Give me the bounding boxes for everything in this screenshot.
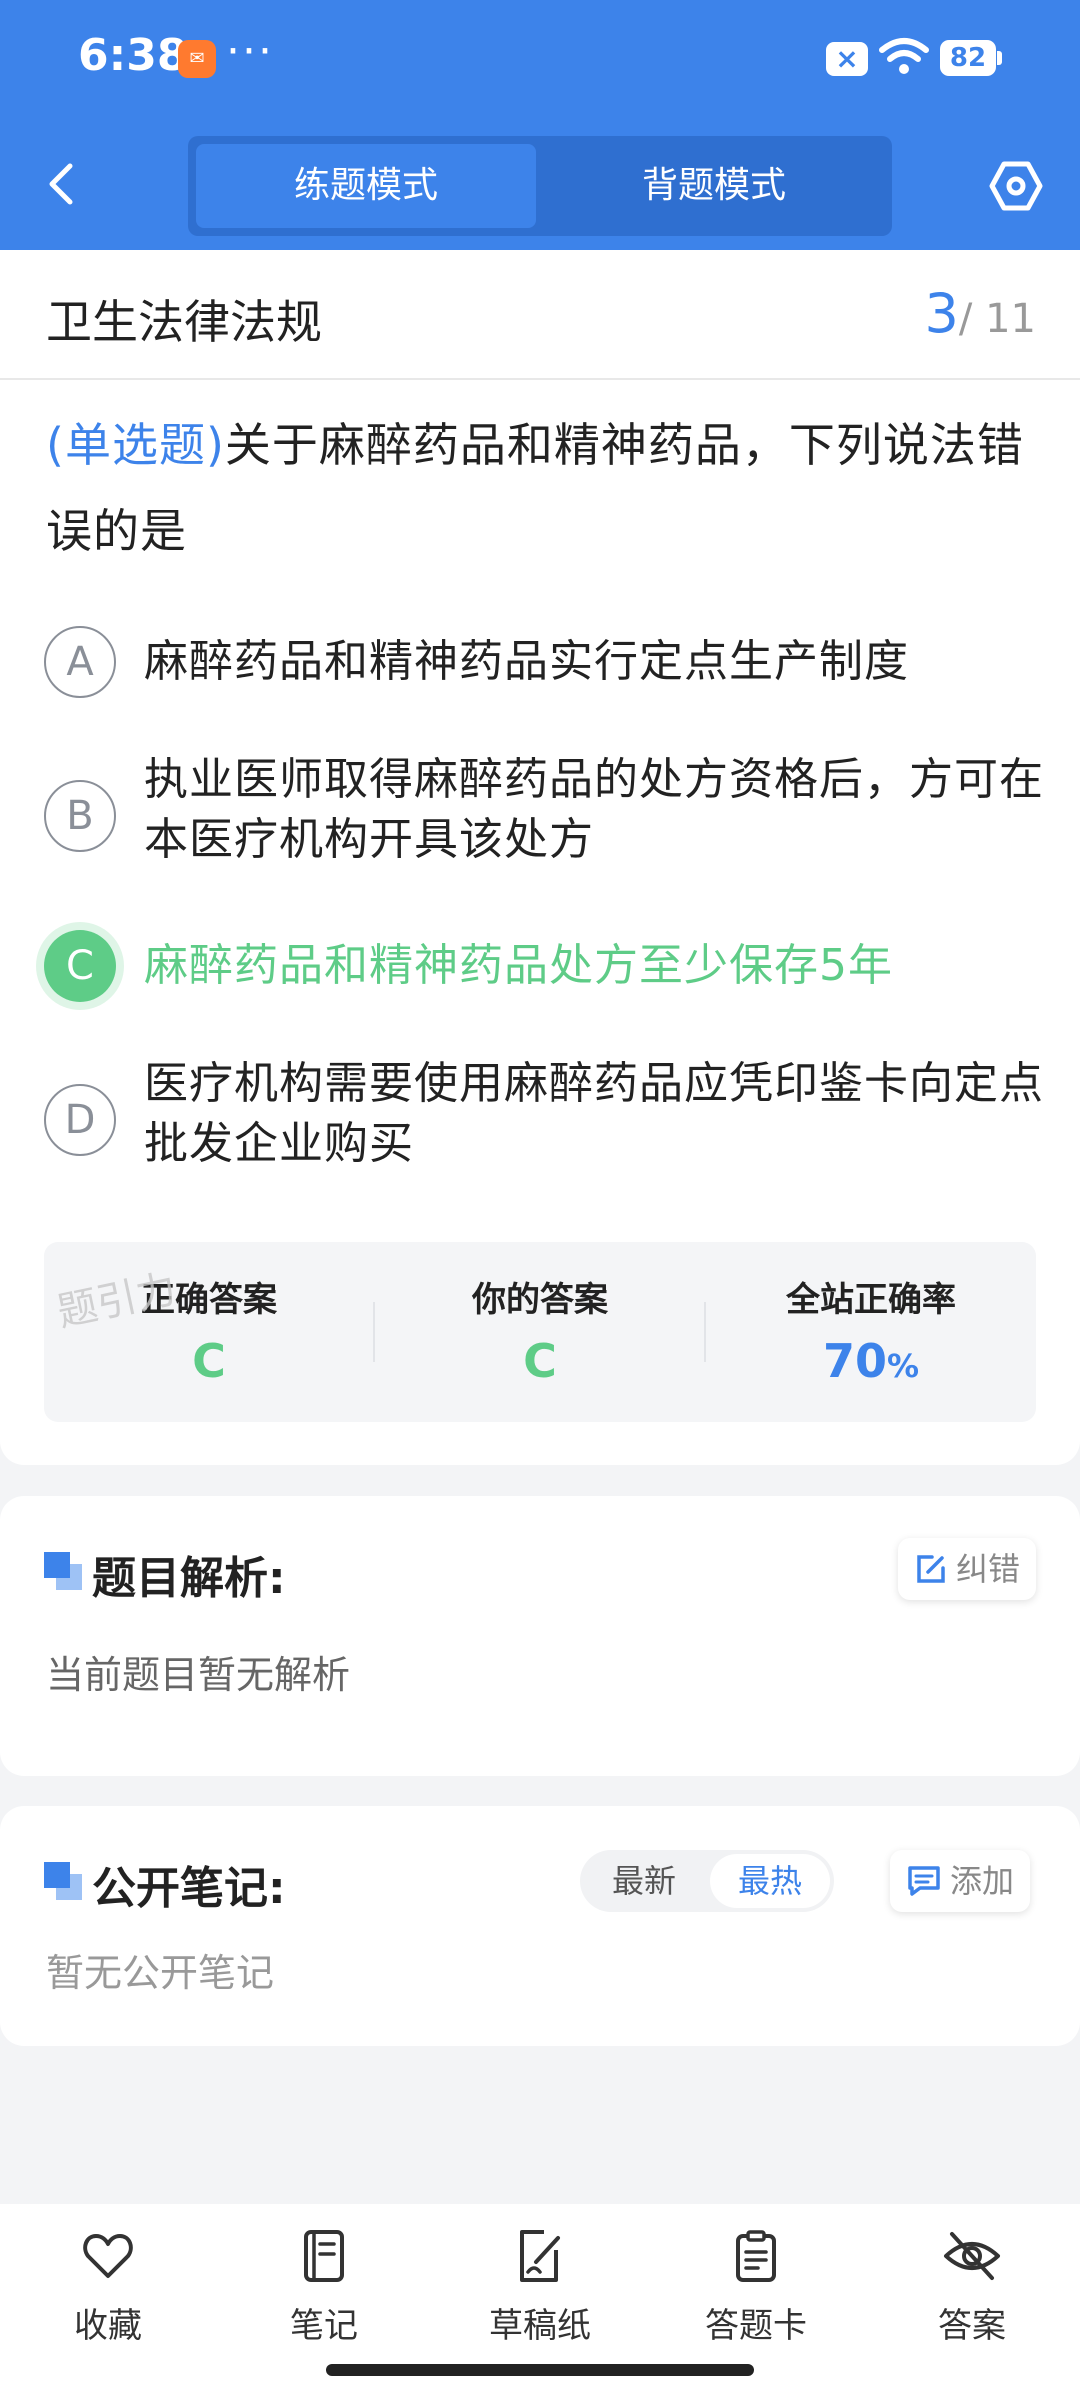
question-type: (单选题) (46, 418, 225, 472)
site-accuracy-value: 70% (706, 1334, 1036, 1388)
back-arrow-icon[interactable] (42, 160, 82, 208)
sort-hot[interactable]: 最热 (710, 1854, 830, 1908)
option-letter: D (44, 1084, 116, 1156)
analysis-title: 题目解析: (92, 1553, 286, 1604)
site-accuracy-unit: % (886, 1347, 920, 1385)
option-letter: B (44, 780, 116, 852)
tab-favorite-label: 收藏 (74, 2306, 142, 2346)
tab-scratch-paper[interactable]: 草稿纸 (432, 2228, 648, 2347)
tab-notes[interactable]: 笔记 (216, 2228, 432, 2347)
section-square-icon (44, 1862, 84, 1902)
clipboard-icon (736, 2230, 776, 2282)
tab-favorite[interactable]: 收藏 (0, 2228, 216, 2347)
total-questions: / 11 (958, 296, 1036, 342)
site-accuracy: 全站正确率 70% (706, 1242, 1036, 1422)
analysis-body: 当前题目暂无解析 (46, 1653, 351, 1697)
heart-icon (83, 2234, 133, 2278)
settings-hexagon-icon[interactable] (988, 158, 1044, 214)
tab-notes-label: 笔记 (290, 2306, 358, 2346)
add-note-label: 添加 (950, 1862, 1015, 1900)
comment-icon (908, 1866, 940, 1896)
tab-show-answer[interactable]: 答案 (864, 2228, 1080, 2347)
notes-body: 暂无公开笔记 (46, 1951, 275, 1995)
site-accuracy-label: 全站正确率 (786, 1280, 956, 1320)
app-notification-icon: ✉ (178, 40, 216, 78)
tab-show-answer-label: 答案 (938, 2306, 1006, 2346)
notes-card: 公开笔记: 最新 最热 添加 暂无公开笔记 (0, 1806, 1080, 2046)
more-notifications-indicator: ··· (226, 26, 274, 77)
option-letter: C (44, 930, 116, 1002)
eye-off-icon (944, 2232, 1000, 2280)
notes-title: 公开笔记: (92, 1863, 286, 1914)
sort-latest[interactable]: 最新 (584, 1850, 704, 1912)
answer-summary: 正确答案 C 你的答案 C 全站正确率 70% (44, 1242, 1036, 1422)
question-progress: 3/ 11 (925, 282, 1036, 345)
battery-icon: 82 (940, 40, 1002, 76)
question-card: 卫生法律法规 3/ 11 (单选题)关于麻醉药品和精神药品，下列说法错误的是 A… (0, 250, 1080, 1465)
notebook-icon (304, 2230, 344, 2282)
option-text: 麻醉药品和精神药品处方至少保存5年 (144, 940, 893, 991)
your-answer-label: 你的答案 (472, 1280, 608, 1320)
no-sim-icon: × (826, 42, 868, 76)
report-error-button[interactable]: 纠错 (898, 1538, 1037, 1600)
edit-icon (917, 1555, 945, 1583)
status-time: 6:38 (78, 30, 188, 81)
correct-answer: 正确答案 C (44, 1242, 374, 1422)
correct-answer-value: C (192, 1334, 226, 1388)
current-question-number: 3 (924, 282, 959, 345)
section-square-icon (44, 1552, 84, 1592)
report-error-label: 纠错 (956, 1550, 1021, 1588)
option-letter: A (44, 626, 116, 698)
wifi-icon (879, 38, 929, 74)
option-text: 执业医师取得麻醉药品的处方资格后，方可在本医疗机构开具该处方 (144, 754, 1044, 865)
subject-title: 卫生法律法规 (46, 295, 322, 349)
notes-sort-toggle: 最新 最热 (580, 1850, 834, 1912)
add-note-button[interactable]: 添加 (890, 1850, 1031, 1912)
tab-answer-sheet-label: 答题卡 (705, 2306, 807, 2346)
tab-answer-sheet[interactable]: 答题卡 (648, 2228, 864, 2347)
option-text: 医疗机构需要使用麻醉药品应凭印鉴卡向定点批发企业购买 (144, 1058, 1044, 1169)
scratch-paper-icon (520, 2230, 560, 2282)
tab-memorize-mode[interactable]: 背题模式 (544, 144, 884, 228)
subject-header: 卫生法律法规 3/ 11 (0, 250, 1080, 380)
mode-switch: 练题模式 背题模式 (188, 136, 892, 236)
home-indicator[interactable] (326, 2364, 754, 2376)
analysis-card: 题目解析: 纠错 当前题目暂无解析 (0, 1496, 1080, 1776)
status-bar: 6:38 ✉ ··· × 82 (0, 0, 1080, 118)
option-text: 麻醉药品和精神药品实行定点生产制度 (144, 636, 909, 687)
question-stem: (单选题)关于麻醉药品和精神药品，下列说法错误的是 (46, 402, 1036, 574)
tab-scratch-paper-label: 草稿纸 (489, 2306, 591, 2346)
site-accuracy-number: 70 (822, 1334, 887, 1388)
your-answer: 你的答案 C (375, 1242, 705, 1422)
tab-practice-mode[interactable]: 练题模式 (196, 144, 536, 228)
your-answer-value: C (523, 1334, 557, 1388)
